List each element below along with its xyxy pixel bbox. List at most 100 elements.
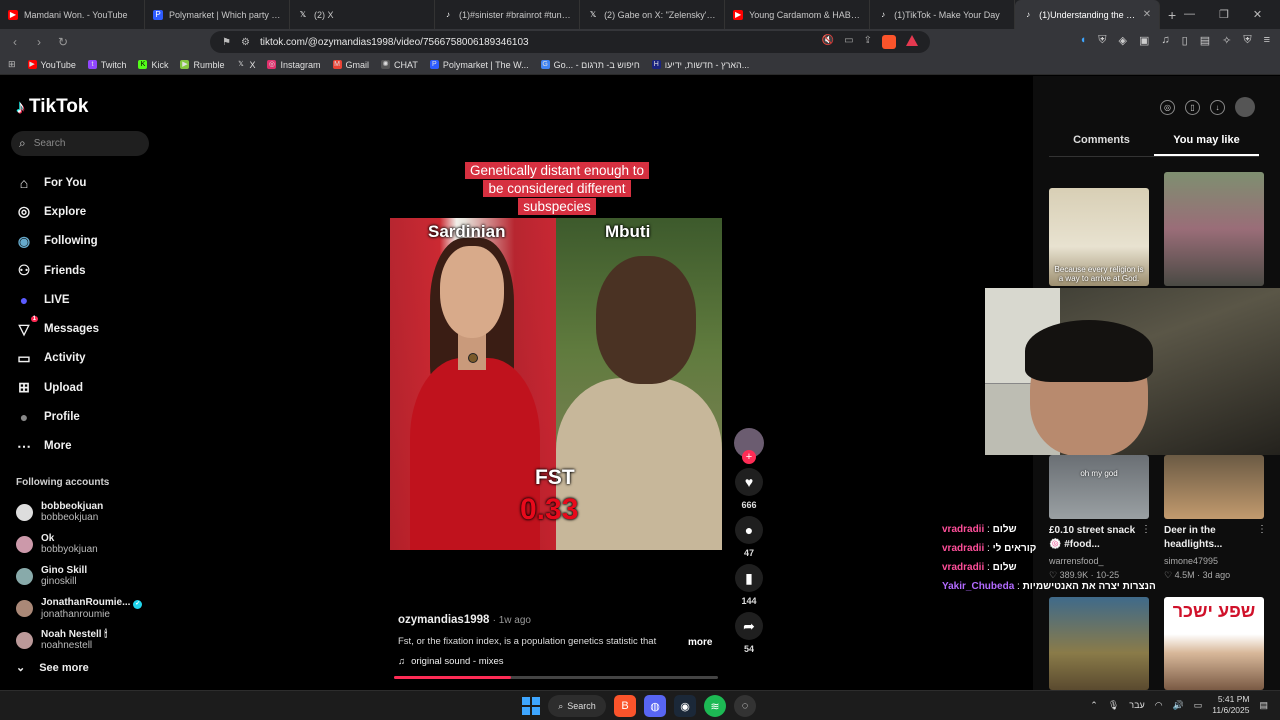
sound-link[interactable]: ♫ original sound - mixes <box>398 656 504 667</box>
volume-icon[interactable]: 🔊 <box>1173 700 1184 711</box>
save-action[interactable]: ▮ 144 <box>733 564 765 606</box>
tab-you-may-like[interactable]: You may like <box>1154 134 1259 156</box>
creator-avatar[interactable]: + <box>734 428 764 464</box>
nav-friends[interactable]: ⚇ Friends <box>16 256 99 285</box>
clock[interactable]: 5:41 PM 11/6/2025 <box>1212 694 1249 716</box>
screenshot-icon[interactable]: ▣ <box>1139 34 1149 47</box>
video-author[interactable]: ozymandias1998 · 1w ago <box>398 614 531 626</box>
vpn-icon[interactable]: ⛨ <box>1243 34 1251 47</box>
nav-activity[interactable]: ▭ Activity <box>16 344 99 373</box>
discord-icon[interactable]: ◍ <box>644 695 666 717</box>
search-input[interactable]: ⌕ Search <box>11 131 149 156</box>
restore-icon[interactable]: ❐ <box>1219 8 1229 21</box>
tiktok-logo[interactable]: ♪ TikTok <box>16 96 88 118</box>
browser-tab[interactable]: ♪ (1)TikTok - Make Your Day <box>870 0 1016 29</box>
music-icon[interactable]: ♫ <box>1161 34 1169 47</box>
browser-tab[interactable]: 𝕏 (2) X <box>290 0 436 29</box>
share-icon[interactable]: ⇪ <box>864 35 872 49</box>
bookmark-item[interactable]: G Go... - חיפוש ב- תרגום <box>540 60 640 70</box>
obs-icon[interactable]: ◌ <box>734 695 756 717</box>
video-thumbnail[interactable]: oh my god <box>1049 455 1149 519</box>
battery-icon[interactable]: ▭ <box>1194 700 1203 711</box>
nav-more[interactable]: ⋯ More <box>16 432 99 461</box>
video-progress-bar[interactable] <box>394 676 718 679</box>
video-user[interactable]: simone47995 <box>1164 556 1218 566</box>
following-account[interactable]: Ok bobbyokjuan <box>16 528 142 560</box>
taskbar-search[interactable]: ⌕ Search <box>548 695 606 717</box>
bookmark-item[interactable]: 𝕏X <box>236 60 255 70</box>
nav-explore[interactable]: ◎ Explore <box>16 197 99 226</box>
brave-rewards-icon[interactable] <box>906 35 918 46</box>
phone-icon[interactable]: ▯ <box>1185 100 1200 115</box>
steam-icon[interactable]: ◉ <box>674 695 696 717</box>
brave-shields-icon[interactable] <box>882 35 896 49</box>
notification-icon[interactable]: ▤ <box>1259 700 1268 711</box>
minimize-icon[interactable]: — <box>1184 8 1195 21</box>
nav-following[interactable]: ◉ Following <box>16 227 99 256</box>
bookmark-item[interactable]: t Twitch <box>87 60 126 70</box>
back-icon[interactable]: ‹ <box>8 35 22 49</box>
download-icon[interactable]: ↓ <box>1210 100 1225 115</box>
video-thumbnail[interactable]: Because every religion is a way to arriv… <box>1049 188 1149 286</box>
kebab-menu-icon[interactable]: ⋮ <box>1257 524 1267 535</box>
reload-icon[interactable]: ↻ <box>56 35 70 49</box>
close-tab-icon[interactable]: ✕ <box>1143 9 1151 20</box>
comment-icon[interactable]: ● <box>735 516 763 544</box>
video-thumbnail[interactable] <box>1164 455 1264 519</box>
nav-messages[interactable]: ▽ 1 Messages <box>16 314 99 343</box>
heart-icon[interactable]: ♥ <box>735 468 763 496</box>
like-action[interactable]: ♥ 666 <box>733 468 765 510</box>
bookmark-item[interactable]: ◎ Instagram <box>267 60 321 70</box>
forward-icon[interactable]: › <box>32 35 46 49</box>
windows-start-icon[interactable] <box>522 697 540 715</box>
see-more-button[interactable]: ⌄ See more <box>16 661 89 675</box>
nav-for-you[interactable]: ⌂ For You <box>16 168 99 197</box>
new-tab-button[interactable]: + <box>1160 7 1184 23</box>
following-account[interactable]: Gino Skill ginoskill <box>16 560 142 592</box>
browser-tab[interactable]: ▶ Young Cardamom & HAB - Ka <box>725 0 871 29</box>
apps-icon[interactable]: ⊞ <box>8 59 16 70</box>
bookmark-item[interactable]: K Kick <box>138 60 168 70</box>
chevron-up-icon[interactable]: ⌃ <box>1090 700 1098 711</box>
brave-icon[interactable]: B <box>614 695 636 717</box>
bookmark-item[interactable]: M Gmail <box>332 60 369 70</box>
menu-icon[interactable]: ≡ <box>1264 34 1270 47</box>
nav-upload[interactable]: ⊞ Upload <box>16 373 99 402</box>
mute-icon[interactable]: 🔇 <box>822 35 834 49</box>
browser-tab-active[interactable]: ♪ (1)Understanding the Fst i ✕ <box>1015 0 1161 29</box>
microphone-icon[interactable]: 🎙 <box>1108 700 1119 711</box>
following-account[interactable]: Noah Nestell 🕯 noahnestell <box>16 624 142 656</box>
cast-icon[interactable]: ▭ <box>844 35 853 49</box>
wifi-icon[interactable]: ◠ <box>1155 700 1163 711</box>
video-thumbnail[interactable] <box>1164 172 1264 286</box>
share-action[interactable]: ➦ 54 <box>733 612 765 654</box>
sidebar-icon[interactable]: ▯ <box>1182 34 1188 47</box>
language-indicator[interactable]: עבר <box>1129 700 1144 710</box>
follow-plus-icon[interactable]: + <box>742 450 756 464</box>
comment-action[interactable]: ● 47 <box>733 516 765 558</box>
ai-icon[interactable]: ✧ <box>1222 34 1231 47</box>
more-button[interactable]: more <box>688 637 712 648</box>
browser-tab[interactable]: ▶ Mamdani Won. - YouTube <box>0 0 146 29</box>
following-account[interactable]: JonathanRoumie... ✓ jonathanroumie <box>16 592 143 624</box>
bookmark-item[interactable]: ✺ CHAT <box>381 60 418 70</box>
browser-tab[interactable]: ♪ (1)#sinister #brainrot #tungtun <box>435 0 581 29</box>
close-window-icon[interactable]: ✕ <box>1253 8 1262 21</box>
video-thumbnail[interactable] <box>1049 597 1149 690</box>
user-avatar[interactable] <box>1235 97 1255 117</box>
bookmark-item[interactable]: ▶ Rumble <box>180 60 224 70</box>
url-text[interactable]: tiktok.com/@ozymandias1998/video/7566758… <box>260 37 529 48</box>
spotify-icon[interactable]: ≋ <box>704 695 726 717</box>
bookmark-icon[interactable]: ▮ <box>735 564 763 592</box>
compass-icon[interactable]: ◎ <box>1160 100 1175 115</box>
following-account[interactable]: bobbeokjuan bobbeokjuan <box>16 496 142 528</box>
url-bar[interactable]: ⚑ ⚙ tiktok.com/@ozymandias1998/video/756… <box>210 31 930 53</box>
extension-icon[interactable]: ◈ <box>1119 34 1127 47</box>
bookmark-icon[interactable]: ⚑ <box>222 37 231 48</box>
bookmark-item[interactable]: H הארץ - חדשות, ידיעו... <box>651 60 749 70</box>
wallet-icon[interactable]: ◖ <box>1080 34 1087 47</box>
wallet-icon[interactable]: ▤ <box>1200 34 1210 47</box>
share-icon[interactable]: ➦ <box>735 612 763 640</box>
nav-live[interactable]: ● LIVE <box>16 285 99 314</box>
nav-profile[interactable]: ● Profile <box>16 402 99 431</box>
